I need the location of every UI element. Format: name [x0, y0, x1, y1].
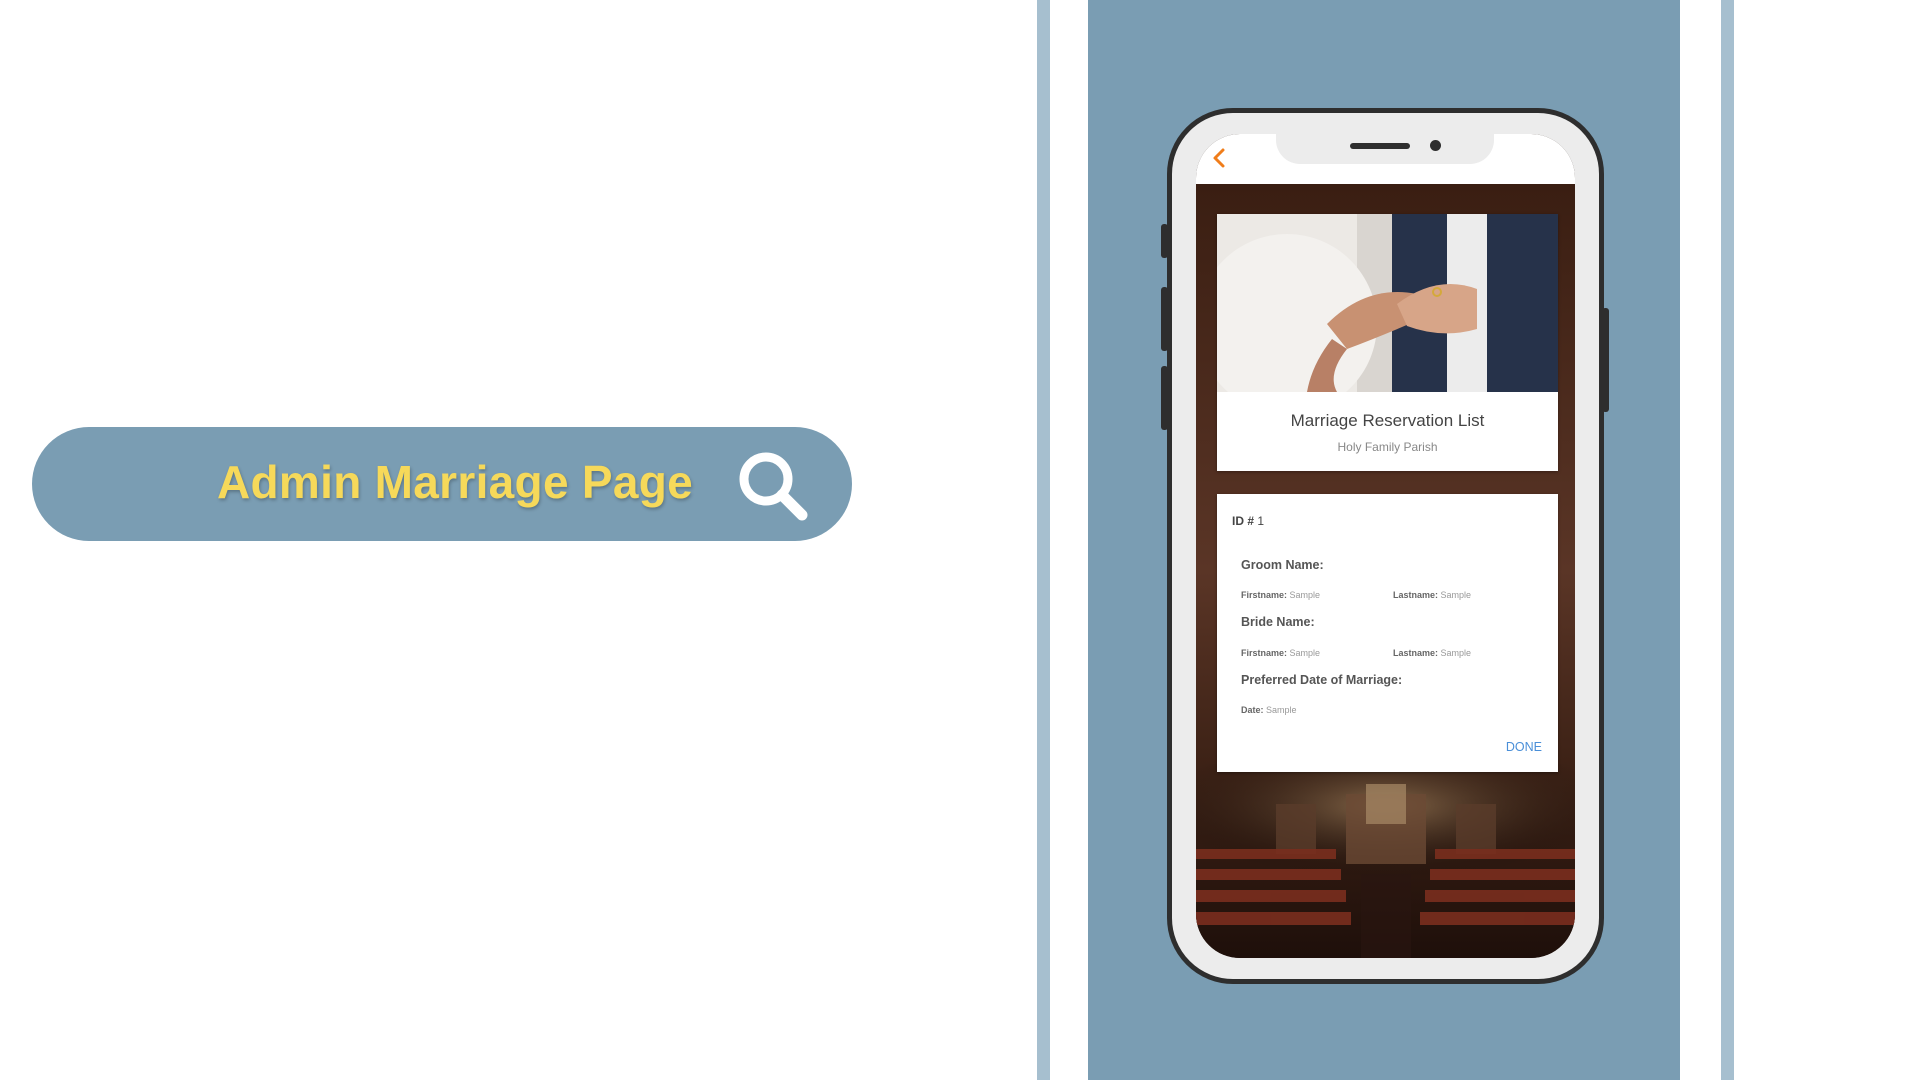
decorative-stripe-left — [1037, 0, 1050, 1080]
bride-heading: Bride Name: — [1241, 615, 1315, 629]
record-id-value: 1 — [1257, 514, 1265, 528]
wedding-hands-image — [1217, 214, 1558, 392]
record-id-label: ID — [1232, 514, 1244, 528]
phone-screen: Marriage Reservation List Holy Family Pa… — [1196, 134, 1575, 958]
record-id: ID # 1 — [1232, 514, 1264, 528]
groom-firstname: Firstname: Sample — [1241, 590, 1320, 600]
done-button[interactable]: DONE — [1506, 740, 1542, 754]
parish-subtitle: Holy Family Parish — [1337, 440, 1438, 454]
list-title: Marriage Reservation List — [1290, 411, 1485, 430]
date-value: Sample — [1266, 705, 1297, 715]
phone-speaker — [1350, 143, 1410, 149]
preferred-date: Date: Sample — [1241, 705, 1297, 715]
header-card: Marriage Reservation List Holy Family Pa… — [1217, 214, 1558, 471]
record-id-hash: # — [1247, 514, 1255, 528]
bride-lastname-label: Lastname: — [1393, 648, 1439, 658]
groom-heading: Groom Name: — [1241, 558, 1324, 572]
search-icon[interactable] — [732, 445, 816, 529]
groom-lastname-value: Sample — [1440, 590, 1472, 600]
groom-firstname-value: Sample — [1289, 590, 1321, 600]
decorative-stripe-right — [1721, 0, 1734, 1080]
groom-lastname-label: Lastname: — [1393, 590, 1439, 600]
title-banner: Admin Marriage Page — [32, 427, 852, 541]
reservation-record-card: ID # 1 Groom Name: Firstname: Sample Las… — [1217, 494, 1558, 772]
date-heading: Preferred Date of Marriage: — [1241, 673, 1403, 687]
groom-lastname: Lastname: Sample — [1393, 590, 1471, 600]
bride-firstname-value: Sample — [1289, 648, 1321, 658]
banner-title: Admin Marriage Page — [217, 456, 694, 508]
groom-firstname-label: Firstname: — [1241, 590, 1288, 600]
bride-firstname-label: Firstname: — [1241, 648, 1288, 658]
bride-firstname: Firstname: Sample — [1241, 648, 1320, 658]
chevron-left-icon[interactable] — [1208, 146, 1232, 170]
phone-camera — [1430, 140, 1441, 151]
bride-lastname-value: Sample — [1440, 648, 1472, 658]
bride-lastname: Lastname: Sample — [1393, 648, 1471, 658]
date-label: Date: — [1241, 705, 1264, 715]
